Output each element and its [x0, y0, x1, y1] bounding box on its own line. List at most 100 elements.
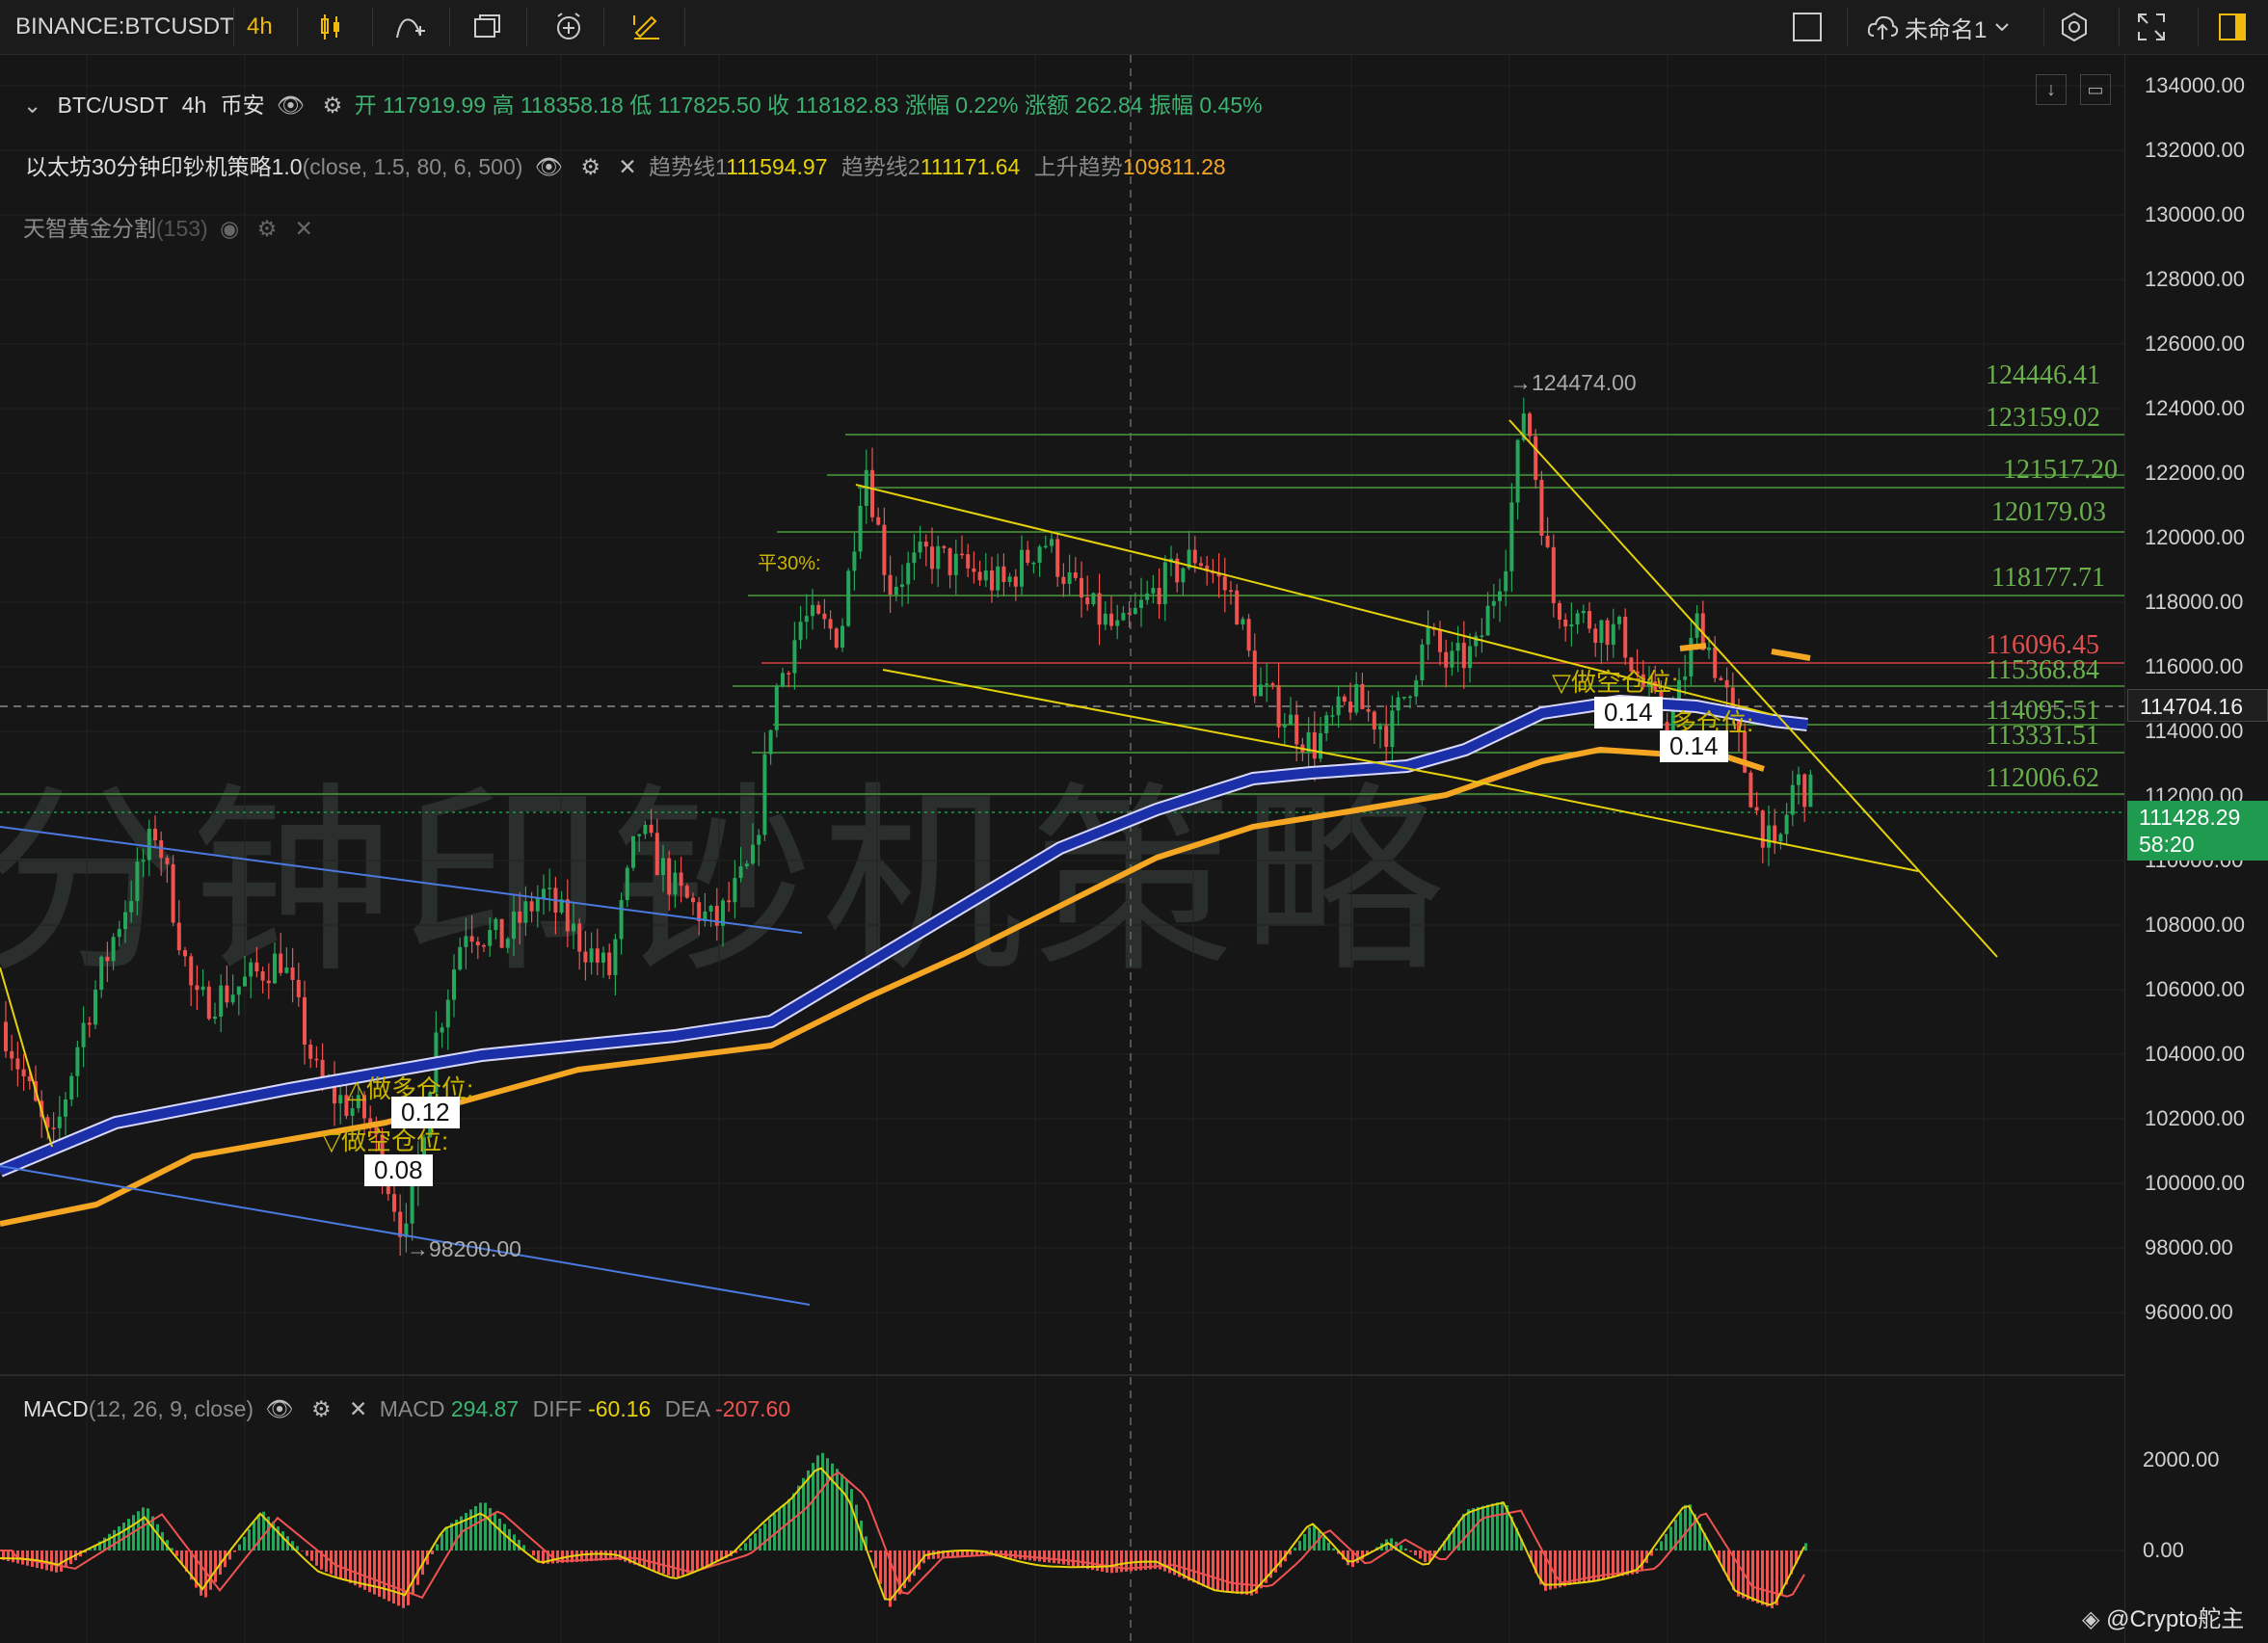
macd-histogram-bar [315, 1550, 318, 1566]
candle-body [996, 566, 1001, 591]
close-value: 118182.83 [795, 93, 899, 118]
candle-body [1384, 726, 1389, 748]
macd-histogram-bar [845, 1479, 848, 1550]
candle-body [619, 899, 624, 940]
candle-body [1103, 613, 1107, 625]
candle-body [708, 906, 713, 912]
eye-icon[interactable]: 👁 [535, 154, 563, 180]
eye-icon[interactable]: 👁 [265, 1396, 293, 1422]
window-icon: ▭ [2087, 80, 2104, 99]
candle-body [296, 979, 301, 997]
candle-body [147, 828, 151, 861]
amt-value: 262.84 [1075, 93, 1143, 118]
gear-icon[interactable]: ⚙ [311, 1396, 332, 1422]
diff-label: DIFF [532, 1396, 582, 1421]
macd-histogram-bar [1096, 1550, 1099, 1572]
candle-body [684, 886, 689, 898]
current-price: 111428.29 [2139, 805, 2241, 830]
watermark-footer: ◈ @Crypto舵主 [2082, 1600, 2244, 1633]
macd-histogram-bar [1226, 1550, 1229, 1593]
macd-histogram-bar [1192, 1550, 1195, 1583]
candle-body [1551, 546, 1556, 603]
gear-icon[interactable]: ⚙ [580, 154, 600, 180]
macd-histogram-bar [1491, 1503, 1494, 1550]
close-icon[interactable]: ✕ [349, 1396, 367, 1422]
high-value: 118358.18 [520, 93, 624, 118]
candle-body [266, 980, 271, 984]
diff-value: -60.16 [588, 1396, 652, 1421]
macd-histogram-bar [1400, 1545, 1402, 1550]
sidebar-toggle-button[interactable] [2217, 0, 2248, 54]
maximize-pane-button[interactable]: ▭ [2080, 74, 2111, 105]
macd-histogram-bar [60, 1550, 63, 1572]
candle-body [279, 953, 283, 973]
macd-histogram-bar [1202, 1550, 1205, 1587]
macd-histogram-bar [31, 1550, 34, 1567]
candle-body [1080, 577, 1083, 598]
candle-body [189, 956, 194, 986]
eye-off-icon[interactable]: ◉ [220, 216, 239, 242]
fullscreen-button[interactable] [2136, 0, 2167, 54]
candle-body [475, 941, 480, 945]
macd-tick-label: 2000.00 [2143, 1447, 2220, 1471]
macd-histogram-bar [869, 1550, 872, 1552]
macd-histogram-bar [402, 1550, 405, 1608]
symbol-label: BINANCE:BTCUSDT [15, 13, 234, 40]
macd-histogram-bar [1332, 1548, 1335, 1550]
macd-histogram-bar [238, 1544, 241, 1550]
macd-histogram-bar [1486, 1504, 1489, 1550]
macd-histogram-bar [836, 1469, 839, 1550]
alert-button[interactable] [553, 0, 584, 54]
macd-histogram-bar [1221, 1550, 1224, 1593]
macd-histogram-bar [1756, 1550, 1759, 1603]
cloud-upload-icon [1867, 15, 1899, 40]
close-icon[interactable]: ✕ [618, 154, 636, 180]
macd-tick-label: 0.00 [2143, 1538, 2184, 1562]
layout-save-button[interactable]: 未命名1 [1866, 0, 2012, 54]
scroll-down-button[interactable]: ↓ [2036, 74, 2067, 105]
compare-button[interactable] [472, 0, 503, 54]
price-axis[interactable]: 134000.00 132000.00 130000.00 128000.00 1260… [2124, 55, 2268, 1643]
candle-body [4, 1021, 8, 1051]
candle-body [542, 888, 546, 898]
macd-histogram-bar [1761, 1550, 1764, 1605]
divider [684, 8, 685, 46]
price-tick-label: 126000.00 [2145, 331, 2245, 356]
close-icon[interactable]: ✕ [295, 216, 313, 242]
indicator-button[interactable] [393, 0, 428, 54]
macd-histogram-bar [1766, 1550, 1769, 1607]
trend2-value: 111171.64 [920, 154, 1021, 179]
divider [2119, 8, 2120, 46]
macd-legend: MACD(12, 26, 9, close) 👁 ⚙ ✕ MACD 294.87… [23, 1396, 790, 1422]
macd-histogram-bar [45, 1550, 48, 1571]
macd-histogram-bar [1028, 1550, 1031, 1561]
candle-body [499, 918, 504, 948]
candle-body [488, 930, 493, 946]
strategy-params: (close, 1.5, 80, 6, 500) [302, 154, 523, 179]
candle-body [1222, 576, 1227, 591]
candle-body [953, 553, 958, 575]
macd-histogram-bar [537, 1550, 540, 1561]
macd-histogram-bar [1308, 1527, 1311, 1550]
settings-button[interactable] [2059, 0, 2090, 54]
candle-body [547, 888, 552, 889]
drawing-tool-button[interactable] [630, 0, 663, 54]
macd-histogram-bar [918, 1550, 921, 1570]
candle-body [1312, 731, 1317, 759]
candle-body [565, 899, 570, 932]
candle-body [811, 604, 814, 617]
gear-icon[interactable]: ⚙ [257, 216, 278, 242]
interval-button[interactable]: 4h [247, 0, 273, 54]
fullscreen-select-button[interactable] [1791, 0, 1824, 54]
collapse-icon[interactable]: ⌄ [23, 93, 41, 118]
candle-body [75, 1047, 80, 1076]
gear-icon[interactable]: ⚙ [323, 93, 343, 119]
candle-body [631, 835, 635, 868]
candle-type-button[interactable] [316, 0, 345, 54]
macd-histogram-bar [1048, 1550, 1051, 1563]
macd-histogram-bar [349, 1550, 352, 1583]
macd-histogram-bar [484, 1502, 487, 1550]
symbol-search[interactable]: BINANCE:BTCUSDT [15, 0, 234, 54]
eye-icon[interactable]: 👁 [277, 93, 305, 119]
macd-histogram-bar [1477, 1506, 1480, 1550]
